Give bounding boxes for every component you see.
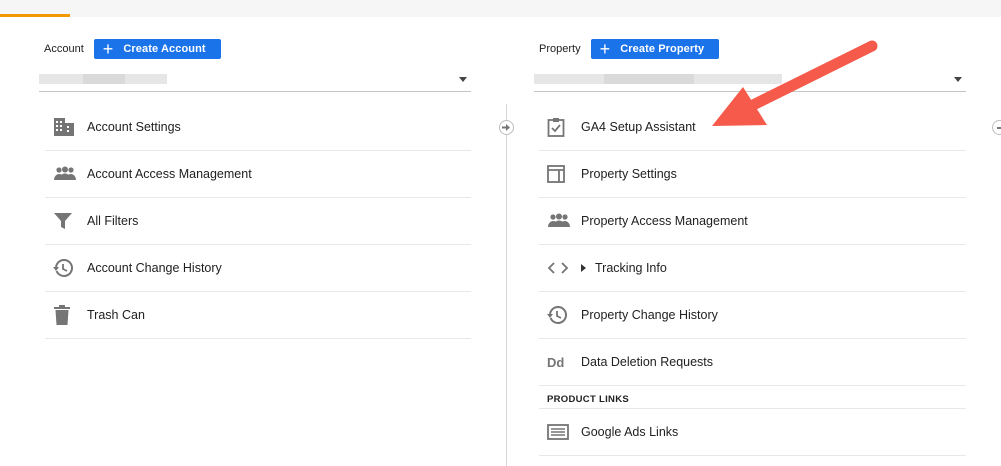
trash-icon <box>45 303 87 327</box>
menu-item-label: All Filters <box>87 214 139 228</box>
menu-item-google-ads-links[interactable]: Google Ads Links <box>539 409 966 456</box>
menu-item-account-access-management[interactable]: Account Access Management <box>45 151 471 198</box>
create-account-button[interactable]: + Create Account <box>93 39 221 59</box>
chevron-down-icon[interactable] <box>954 77 962 82</box>
menu-item-label: Property Settings <box>581 167 677 181</box>
product-links-heading: PRODUCT LINKS <box>539 386 966 409</box>
active-tab-underline <box>0 14 70 17</box>
menu-item-property-access-management[interactable]: Property Access Management <box>539 198 966 245</box>
people-icon <box>45 162 87 186</box>
dd-icon: Dd <box>539 350 581 374</box>
expand-triangle-icon[interactable] <box>581 264 586 272</box>
column-divider <box>506 104 507 466</box>
dd-icon-text: Dd <box>547 354 565 370</box>
create-property-label: Create Property <box>620 43 705 55</box>
account-label: Account <box>44 43 84 55</box>
menu-item-label: GA4 Setup Assistant <box>581 120 696 134</box>
account-selector[interactable] <box>39 71 471 92</box>
create-property-button[interactable]: + Create Property <box>590 39 720 59</box>
history-icon <box>539 303 581 327</box>
menu-item-account-change-history[interactable]: Account Change History <box>45 245 471 292</box>
code-icon <box>539 256 581 280</box>
menu-item-label: Tracking Info <box>595 261 667 275</box>
menu-item-tracking-info[interactable]: Tracking Info <box>539 245 966 292</box>
menu-item-label: Data Deletion Requests <box>581 355 714 369</box>
property-menu: GA4 Setup Assistant Property Settings Pr… <box>539 104 966 456</box>
menu-item-label: Property Access Management <box>581 214 748 228</box>
plus-icon: + <box>102 39 114 59</box>
menu-item-label: Trash Can <box>87 308 145 322</box>
redacted-text <box>39 74 83 84</box>
menu-item-property-change-history[interactable]: Property Change History <box>539 292 966 339</box>
create-account-label: Create Account <box>123 43 206 55</box>
chevron-down-icon[interactable] <box>459 77 467 82</box>
account-header: Account + Create Account <box>44 39 221 59</box>
menu-item-label: Account Settings <box>87 120 181 134</box>
layout-icon <box>539 162 581 186</box>
menu-item-label: Property Change History <box>581 308 718 322</box>
history-icon <box>45 256 87 280</box>
redacted-text <box>534 74 604 84</box>
redacted-text <box>604 74 694 84</box>
menu-item-all-filters[interactable]: All Filters <box>45 198 471 245</box>
expand-account-button[interactable] <box>499 120 514 135</box>
redacted-text <box>125 74 167 84</box>
menu-item-ga4-setup-assistant[interactable]: GA4 Setup Assistant <box>539 104 966 151</box>
menu-item-label: Account Change History <box>87 261 222 275</box>
property-label: Property <box>539 43 581 55</box>
menu-item-data-deletion-requests[interactable]: Dd Data Deletion Requests <box>539 339 966 386</box>
menu-item-trash-can[interactable]: Trash Can <box>45 292 471 339</box>
plus-icon: + <box>599 39 611 59</box>
menu-item-label: Account Access Management <box>87 167 252 181</box>
menu-item-account-settings[interactable]: Account Settings <box>45 104 471 151</box>
ads-links-icon <box>539 420 581 444</box>
redacted-text <box>694 74 782 84</box>
redacted-text <box>83 74 125 84</box>
people-icon <box>539 209 581 233</box>
menu-item-property-settings[interactable]: Property Settings <box>539 151 966 198</box>
account-menu: Account Settings Account Access Manageme… <box>45 104 471 339</box>
clipboard-check-icon <box>539 115 581 139</box>
property-header: Property + Create Property <box>539 39 720 59</box>
menu-item-label: Google Ads Links <box>581 425 679 439</box>
filter-icon <box>45 209 87 233</box>
building-icon <box>45 115 87 139</box>
collapse-property-button[interactable] <box>992 120 1001 135</box>
top-bar <box>0 0 1001 17</box>
property-selector[interactable] <box>534 71 966 92</box>
arrow-right-icon <box>502 124 510 131</box>
